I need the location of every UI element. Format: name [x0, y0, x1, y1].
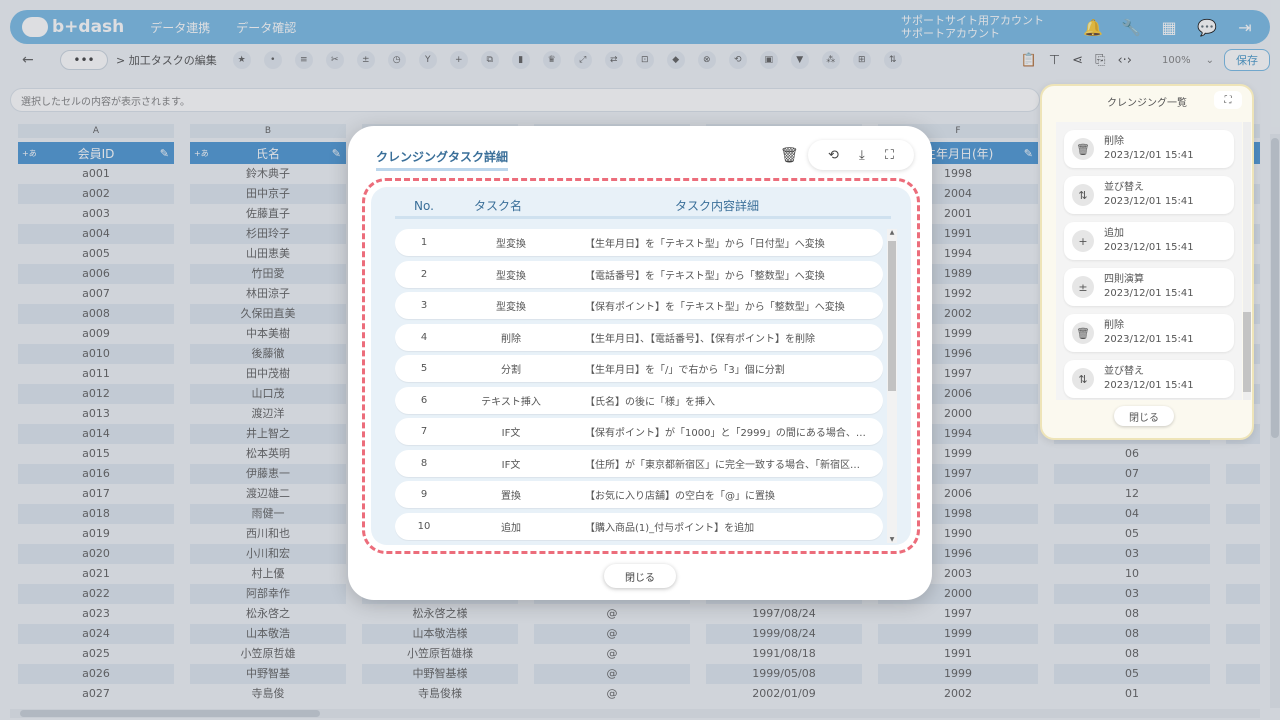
- scroll-thumb[interactable]: [1243, 312, 1251, 392]
- task-row[interactable]: 3 型変換 【保有ポイント】を「テキスト型」から「整数型」へ変換: [395, 292, 883, 319]
- task-no: 2: [420, 268, 428, 280]
- task-detail: 【保有ポイント】を「テキスト型」から「整数型」へ変換: [585, 302, 845, 313]
- calc-icon: ±: [1072, 276, 1094, 298]
- item-date: 2023/12/01 15:41: [1104, 288, 1194, 299]
- task-no: 8: [420, 457, 428, 469]
- task-detail: 【氏名】の後に「様」を挿入: [585, 396, 715, 408]
- task-table-body: 1 型変換 【生年月日】を「テキスト型」から「日付型」へ変換 2 型変換 【電話番号】を「…: [395, 229, 883, 541]
- panel-close-button[interactable]: 閉じる: [1114, 406, 1174, 426]
- task-name: 型変換: [496, 270, 526, 282]
- trash-icon[interactable]: 🗑: [780, 146, 799, 164]
- task-no: 10: [417, 520, 431, 532]
- trash-icon: 🗑: [1072, 322, 1094, 344]
- task-name: テキスト挿入: [481, 396, 541, 408]
- task-detail: 【電話番号】を「テキスト型」から「整数型」へ変換: [585, 270, 825, 282]
- cleansing-list-item[interactable]: + 追加 2023/12/01 15:41: [1064, 222, 1234, 260]
- panel-scrollbar[interactable]: [1242, 122, 1252, 400]
- task-name: IF文: [501, 428, 521, 439]
- header-task-name: タスク名: [473, 199, 522, 213]
- task-name: IF文: [501, 459, 521, 471]
- task-name: 型変換: [496, 239, 526, 250]
- task-detail: 【保有ポイント】が「1000」と「2999」の間にある場合、…: [585, 428, 866, 439]
- cleansing-list-item[interactable]: ± 四則演算 2023/12/01 15:41: [1064, 268, 1234, 306]
- task-detail: 【生年月日】、【電話番号】、【保有ポイント】を削除: [585, 333, 815, 345]
- task-detail: 【お気に入り店舗】の空白を「@」に置換: [585, 491, 775, 502]
- task-detail: 【住所】が「東京都新宿区」に完全一致する場合、「新宿区…: [585, 459, 860, 471]
- task-name: 置換: [501, 491, 521, 502]
- sort-icon: ⇅: [1072, 368, 1094, 390]
- modal-toolbar: ⟲ ⤓ ⛶: [808, 140, 914, 170]
- scroll-thumb[interactable]: [888, 241, 896, 391]
- task-table-scrollbar[interactable]: ▲ ▼: [887, 229, 897, 543]
- task-detail: 【生年月日】を「テキスト型」から「日付型」へ変換: [585, 239, 825, 250]
- history-icon[interactable]: ⟲: [828, 148, 839, 163]
- item-date: 2023/12/01 15:41: [1104, 242, 1194, 253]
- item-label: 追加: [1104, 228, 1124, 239]
- header-task-detail: タスク内容詳細: [674, 199, 759, 213]
- sort-icon: ⇅: [1072, 184, 1094, 206]
- fullscreen-icon[interactable]: ⛶: [885, 148, 894, 163]
- cleansing-list-item[interactable]: 🗑 削除 2023/12/01 15:41: [1064, 130, 1234, 168]
- task-row[interactable]: 2 型変換 【電話番号】を「テキスト型」から「整数型」へ変換: [395, 260, 883, 288]
- modal-title: クレンジングタスク詳細: [376, 148, 509, 171]
- expand-icon[interactable]: ⛶: [1214, 91, 1242, 109]
- task-name: 削除: [501, 333, 521, 345]
- task-table: No. タスク名 タスク内容詳細 1 型変換 【生年月日】を「テキスト型」から「日付…: [371, 187, 911, 545]
- task-row[interactable]: 10 追加 【購入商品(1)_付与ポイント】を追加: [395, 512, 883, 540]
- cleansing-task-detail-modal: クレンジングタスク詳細 🗑 ⟲ ⤓ ⛶ No. タスク名 タスク内容詳細 1 型変…: [348, 126, 932, 600]
- item-date: 2023/12/01 15:41: [1104, 334, 1194, 345]
- task-no: 4: [420, 331, 428, 343]
- header-no: No.: [414, 198, 434, 213]
- task-row[interactable]: 8 IF文 【住所】が「東京都新宿区」に完全一致する場合、「新宿区…: [395, 449, 883, 477]
- download-icon[interactable]: ⤓: [859, 148, 865, 163]
- task-no: 7: [420, 426, 428, 437]
- task-no: 6: [420, 394, 428, 406]
- cleansing-list-panel: クレンジング一覧 ⛶ 🗑 削除 2023/12/01 15:41 ⇅ 並び替え 2023/…: [1040, 84, 1254, 440]
- item-label: 並び替え: [1104, 366, 1144, 377]
- task-row[interactable]: 7 IF文 【保有ポイント】が「1000」と「2999」の間にある場合、…: [395, 418, 883, 445]
- trash-icon: 🗑: [1072, 138, 1094, 160]
- task-row[interactable]: 5 分割 【生年月日】を「/」で右から「3」個に分割: [395, 355, 883, 382]
- task-row[interactable]: 1 型変換 【生年月日】を「テキスト型」から「日付型」へ変換: [395, 229, 883, 256]
- task-row[interactable]: 4 削除 【生年月日】、【電話番号】、【保有ポイント】を削除: [395, 323, 883, 351]
- task-name: 型変換: [496, 302, 526, 313]
- cleansing-list-item[interactable]: ⇅ 並び替え 2023/12/01 15:41: [1064, 360, 1234, 398]
- scroll-down-icon[interactable]: ▼: [887, 536, 897, 543]
- item-date: 2023/12/01 15:41: [1104, 150, 1194, 161]
- task-no: 5: [420, 363, 428, 374]
- cleansing-list-item[interactable]: 🗑 削除 2023/12/01 15:41: [1064, 314, 1234, 352]
- item-label: 並び替え: [1104, 182, 1144, 193]
- item-date: 2023/12/01 15:41: [1104, 380, 1194, 391]
- item-label: 四則演算: [1104, 274, 1144, 285]
- item-label: 削除: [1104, 320, 1124, 331]
- task-no: 9: [420, 489, 428, 500]
- plus-icon: +: [1072, 230, 1094, 252]
- item-label: 削除: [1104, 136, 1124, 147]
- task-name: 追加: [501, 522, 521, 534]
- modal-close-button[interactable]: 閉じる: [604, 564, 676, 588]
- task-name: 分割: [501, 365, 521, 376]
- item-date: 2023/12/01 15:41: [1104, 196, 1194, 207]
- task-no: 1: [420, 237, 428, 248]
- task-row[interactable]: 9 置換 【お気に入り店舗】の空白を「@」に置換: [395, 481, 883, 508]
- task-table-header: No. タスク名 タスク内容詳細: [395, 195, 891, 219]
- cleansing-list: 🗑 削除 2023/12/01 15:41 ⇅ 並び替え 2023/12/01 15:41…: [1056, 122, 1242, 400]
- task-table-highlight: No. タスク名 タスク内容詳細 1 型変換 【生年月日】を「テキスト型」から「日付…: [362, 178, 920, 554]
- task-row[interactable]: 6 テキスト挿入 【氏名】の後に「様」を挿入: [395, 386, 883, 414]
- scroll-up-icon[interactable]: ▲: [887, 229, 897, 236]
- task-no: 3: [420, 300, 428, 311]
- task-detail: 【生年月日】を「/」で右から「3」個に分割: [585, 365, 785, 376]
- cleansing-list-item[interactable]: ⇅ 並び替え 2023/12/01 15:41: [1064, 176, 1234, 214]
- task-detail: 【購入商品(1)_付与ポイント】を追加: [585, 522, 755, 534]
